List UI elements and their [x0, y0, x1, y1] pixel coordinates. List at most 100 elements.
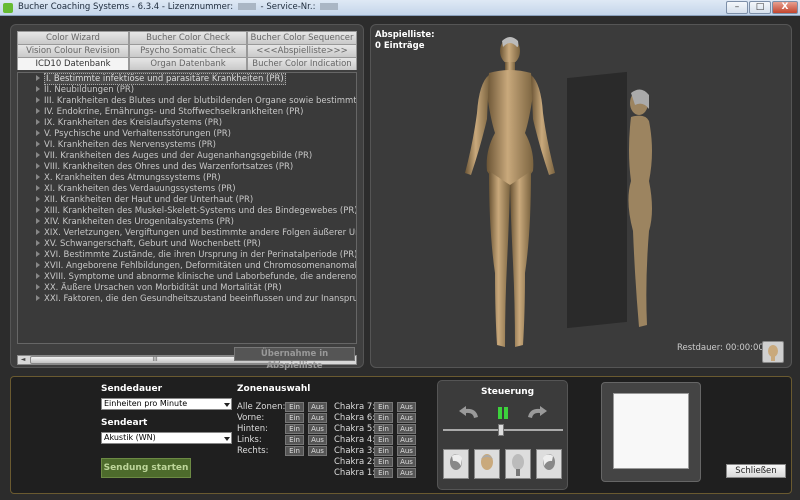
chakra-label: Chakra 3: — [334, 446, 376, 456]
zone-label: Vorne: — [237, 413, 265, 423]
color-preview — [601, 382, 701, 482]
zone-hinten-ein[interactable]: Ein — [285, 424, 304, 434]
tab-color-wizard[interactable]: Color Wizard — [17, 31, 129, 44]
head-view-button[interactable] — [762, 341, 784, 363]
tab-abspielliste[interactable]: <<<Abspielliste>>> — [247, 44, 357, 57]
zone-vorne-aus[interactable]: Aus — [308, 413, 327, 423]
tree-item[interactable]: XVI. Bestimmte Zustände, die ihren Urspr… — [18, 250, 356, 260]
tree-item[interactable]: XIII. Krankheiten des Muskel-Skelett-Sys… — [18, 206, 356, 216]
send-button[interactable]: Sendung starten — [101, 458, 191, 478]
tab-icd10-datenbank[interactable]: ICD10 Datenbank — [17, 57, 129, 70]
head-side-icon — [450, 454, 462, 470]
tree-item[interactable]: XI. Krankheiten des Verdauungssystems (P… — [18, 184, 236, 194]
chakra-3-ein[interactable]: Ein — [374, 446, 393, 456]
tree-item[interactable]: XVIII. Symptome und abnorme klinische un… — [18, 272, 356, 282]
sendeart-label: Sendeart — [101, 418, 148, 428]
view-left-button[interactable] — [443, 449, 469, 479]
tree-item[interactable]: I. Bestimmte infektiöse und parasitäre K… — [18, 73, 286, 85]
tree-item[interactable]: II. Neubildungen (PR) — [18, 85, 134, 95]
tree-item[interactable]: XVII. Angeborene Fehlbildungen, Deformit… — [18, 261, 356, 271]
chakra-3-aus[interactable]: Aus — [397, 446, 416, 456]
restdauer-label: Restdauer: 00:00:00 — [677, 343, 764, 353]
tab-vision-colour-revision[interactable]: Vision Colour Revision — [17, 44, 129, 57]
chakra-5-aus[interactable]: Aus — [397, 424, 416, 434]
zone-label: Rechts: — [237, 446, 269, 456]
tab-bucher-color-sequencer[interactable]: Bucher Color Sequencer — [247, 31, 357, 44]
steuerung-panel: Steuerung — [437, 380, 568, 490]
uebernahme-button[interactable]: Übernahme in Abspielliste — [234, 347, 355, 371]
viewer-panel: Abspielliste: 0 Einträge Restdauer: 00:0… — [370, 24, 792, 368]
abspielliste-count: 0 Einträge — [375, 41, 425, 51]
chakra-label: Chakra 4: — [334, 435, 376, 445]
tree-item[interactable]: V. Psychische und Verhaltensstörungen (P… — [18, 129, 231, 139]
sendedauer-select[interactable]: Einheiten pro Minute — [101, 398, 232, 410]
zone-rechts-aus[interactable]: Aus — [308, 446, 327, 456]
tab-psycho-somatic-check[interactable]: Psycho Somatic Check — [129, 44, 247, 57]
tree-item[interactable]: IX. Krankheiten des Kreislaufsystems (PR… — [18, 118, 222, 128]
color-preview-swatch — [613, 393, 689, 469]
chakra-7-ein[interactable]: Ein — [374, 402, 393, 412]
zone-hinten-aus[interactable]: Aus — [308, 424, 327, 434]
zone-alle-ein[interactable]: Ein — [285, 402, 304, 412]
pause-icon[interactable] — [495, 405, 511, 421]
chakra-4-ein[interactable]: Ein — [374, 435, 393, 445]
sendedauer-label: Sendedauer — [101, 384, 163, 394]
scroll-left-icon[interactable]: ◄ — [18, 356, 28, 364]
tree-item[interactable]: X. Krankheiten des Atmungssystems (PR) — [18, 173, 221, 183]
tree-item[interactable]: XX. Äußere Ursachen von Morbidität und M… — [18, 283, 282, 293]
chakra-2-ein[interactable]: Ein — [374, 457, 393, 467]
view-front-button[interactable] — [474, 449, 500, 479]
tree-item[interactable]: XII. Krankheiten der Haut und der Unterh… — [18, 195, 253, 205]
tree-item[interactable]: XIV. Krankheiten des Urogenitalsystems (… — [18, 217, 234, 227]
control-panel: Sendedauer Einheiten pro Minute Sendeart… — [10, 376, 792, 494]
zone-rechts-ein[interactable]: Ein — [285, 446, 304, 456]
chakra-7-aus[interactable]: Aus — [397, 402, 416, 412]
tree-item[interactable]: XXI. Faktoren, die den Gesundheitszustan… — [18, 294, 356, 304]
zone-links-ein[interactable]: Ein — [285, 435, 304, 445]
tree-item[interactable]: IV. Endokrine, Ernährungs- und Stoffwech… — [18, 107, 304, 117]
close-window-button[interactable]: X — [772, 1, 798, 14]
icd10-tree[interactable]: I. Bestimmte infektiöse und parasitäre K… — [17, 72, 357, 344]
window-title: Bucher Coaching Systems - 6.3.4 - Lizenz… — [18, 2, 340, 12]
chakra-4-aus[interactable]: Aus — [397, 435, 416, 445]
tab-bucher-color-indication[interactable]: Bucher Color Indication — [247, 57, 357, 70]
chakra-6-aus[interactable]: Aus — [397, 413, 416, 423]
masked-license — [237, 3, 256, 10]
head-side-right-icon — [543, 454, 555, 470]
chakra-5-ein[interactable]: Ein — [374, 424, 393, 434]
close-button[interactable]: Schließen — [726, 464, 786, 478]
rotate-left-icon[interactable] — [456, 405, 482, 421]
tree-item[interactable]: XIX. Verletzungen, Vergiftungen und best… — [18, 228, 356, 238]
maximize-button[interactable]: □ — [749, 1, 771, 14]
title-bar: Bucher Coaching Systems - 6.3.4 - Lizenz… — [0, 0, 800, 16]
head-back-icon — [512, 454, 524, 476]
chakra-label: Chakra 1: — [334, 468, 376, 478]
view-right-button[interactable] — [536, 449, 562, 479]
tree-item[interactable]: VIII. Krankheiten des Ohres und des Warz… — [18, 162, 293, 172]
tab-organ-datenbank[interactable]: Organ Datenbank — [129, 57, 247, 70]
chakra-2-aus[interactable]: Aus — [397, 457, 416, 467]
slider-thumb[interactable] — [498, 424, 504, 436]
head-front-icon — [481, 454, 493, 470]
tree-item[interactable]: VI. Krankheiten des Nervensystems (PR) — [18, 140, 216, 150]
zone-label: Links: — [237, 435, 262, 445]
tree-item[interactable]: VII. Krankheiten des Auges und der Augen… — [18, 151, 312, 161]
body-side-figure — [628, 89, 652, 327]
tree-item[interactable]: III. Krankheiten des Blutes und der blut… — [18, 96, 356, 106]
head-icon — [768, 345, 778, 361]
tab-bucher-color-check[interactable]: Bucher Color Check — [129, 31, 247, 44]
rotate-right-icon[interactable] — [524, 405, 550, 421]
minimize-button[interactable]: – — [726, 1, 748, 14]
chakra-1-ein[interactable]: Ein — [374, 468, 393, 478]
tree-item[interactable]: XV. Schwangerschaft, Geburt und Wochenbe… — [18, 239, 261, 249]
zone-alle-aus[interactable]: Aus — [308, 402, 327, 412]
steuerung-label: Steuerung — [481, 387, 535, 397]
chakra-1-aus[interactable]: Aus — [397, 468, 416, 478]
chakra-6-ein[interactable]: Ein — [374, 413, 393, 423]
sendeart-select[interactable]: Akustik (WN) — [101, 432, 232, 444]
view-back-button[interactable] — [505, 449, 531, 479]
body-front-figure[interactable] — [455, 33, 565, 355]
chevron-down-icon — [224, 403, 230, 407]
zone-vorne-ein[interactable]: Ein — [285, 413, 304, 423]
zone-links-aus[interactable]: Aus — [308, 435, 327, 445]
